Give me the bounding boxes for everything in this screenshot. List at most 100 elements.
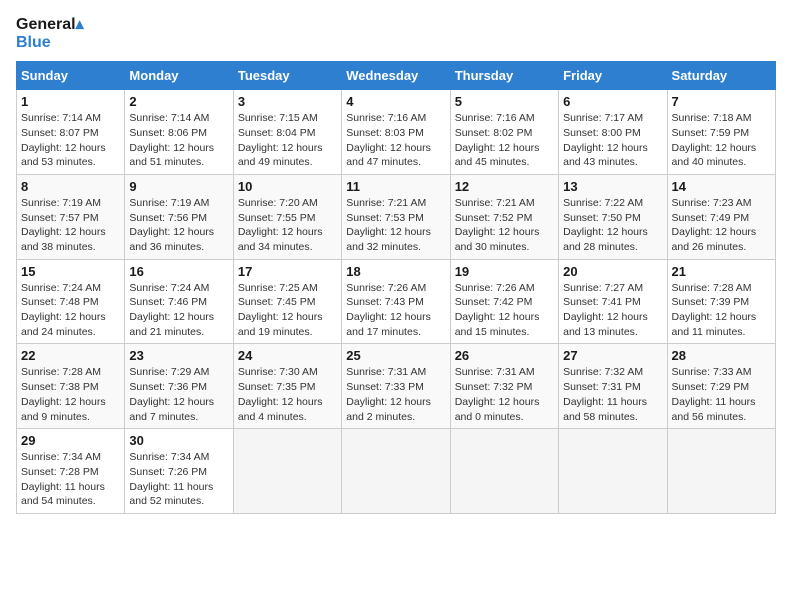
- logo-general: General▴: [16, 16, 84, 34]
- day-info: Sunrise: 7:25 AMSunset: 7:45 PMDaylight:…: [238, 282, 323, 338]
- day-info: Sunrise: 7:16 AMSunset: 8:02 PMDaylight:…: [455, 112, 540, 168]
- header-thursday: Thursday: [450, 62, 558, 90]
- day-number: 24: [238, 348, 337, 363]
- day-info: Sunrise: 7:14 AMSunset: 8:07 PMDaylight:…: [21, 112, 106, 168]
- day-number: 20: [563, 264, 662, 279]
- day-number: 18: [346, 264, 445, 279]
- day-number: 17: [238, 264, 337, 279]
- day-info: Sunrise: 7:28 AMSunset: 7:39 PMDaylight:…: [672, 282, 757, 338]
- day-cell-15: 15 Sunrise: 7:24 AMSunset: 7:48 PMDayligh…: [17, 259, 125, 344]
- day-info: Sunrise: 7:28 AMSunset: 7:38 PMDaylight:…: [21, 366, 106, 422]
- day-info: Sunrise: 7:17 AMSunset: 8:00 PMDaylight:…: [563, 112, 648, 168]
- day-cell-27: 27 Sunrise: 7:32 AMSunset: 7:31 PMDayligh…: [559, 344, 667, 429]
- day-cell-18: 18 Sunrise: 7:26 AMSunset: 7:43 PMDayligh…: [342, 259, 450, 344]
- day-cell-28: 28 Sunrise: 7:33 AMSunset: 7:29 PMDayligh…: [667, 344, 775, 429]
- day-info: Sunrise: 7:24 AMSunset: 7:48 PMDaylight:…: [21, 282, 106, 338]
- day-cell-1: 1 Sunrise: 7:14 AMSunset: 8:07 PMDaylight…: [17, 90, 125, 175]
- day-number: 7: [672, 94, 771, 109]
- day-info: Sunrise: 7:18 AMSunset: 7:59 PMDaylight:…: [672, 112, 757, 168]
- day-number: 11: [346, 179, 445, 194]
- day-cell-2: 2 Sunrise: 7:14 AMSunset: 8:06 PMDaylight…: [125, 90, 233, 175]
- header-sunday: Sunday: [17, 62, 125, 90]
- day-info: Sunrise: 7:23 AMSunset: 7:49 PMDaylight:…: [672, 197, 757, 253]
- calendar-week-row: 22 Sunrise: 7:28 AMSunset: 7:38 PMDayligh…: [17, 344, 776, 429]
- day-info: Sunrise: 7:20 AMSunset: 7:55 PMDaylight:…: [238, 197, 323, 253]
- day-info: Sunrise: 7:21 AMSunset: 7:53 PMDaylight:…: [346, 197, 431, 253]
- day-info: Sunrise: 7:22 AMSunset: 7:50 PMDaylight:…: [563, 197, 648, 253]
- weekday-header-row: Sunday Monday Tuesday Wednesday Thursday…: [17, 62, 776, 90]
- day-info: Sunrise: 7:29 AMSunset: 7:36 PMDaylight:…: [129, 366, 214, 422]
- page-header: General▴ Blue: [16, 16, 776, 51]
- day-number: 6: [563, 94, 662, 109]
- day-number: 14: [672, 179, 771, 194]
- day-number: 27: [563, 348, 662, 363]
- day-number: 2: [129, 94, 228, 109]
- day-cell-19: 19Sunrise: 7:26 AMSunset: 7:42 PMDayligh…: [450, 259, 558, 344]
- day-info: Sunrise: 7:26 AMSunset: 7:43 PMDaylight:…: [346, 282, 431, 338]
- day-number: 29: [21, 433, 120, 448]
- day-number: 16: [129, 264, 228, 279]
- day-cell-21: 21 Sunrise: 7:28 AMSunset: 7:39 PMDayligh…: [667, 259, 775, 344]
- day-info: Sunrise: 7:14 AMSunset: 8:06 PMDaylight:…: [129, 112, 214, 168]
- empty-cell: [233, 429, 341, 514]
- day-cell-16: 16 Sunrise: 7:24 AMSunset: 7:46 PMDayligh…: [125, 259, 233, 344]
- day-number: 21: [672, 264, 771, 279]
- day-info: Sunrise: 7:34 AMSunset: 7:26 PMDaylight:…: [129, 451, 213, 507]
- day-info: Sunrise: 7:34 AMSunset: 7:28 PMDaylight:…: [21, 451, 105, 507]
- day-info: Sunrise: 7:19 AMSunset: 7:57 PMDaylight:…: [21, 197, 106, 253]
- day-cell-14: 14 Sunrise: 7:23 AMSunset: 7:49 PMDayligh…: [667, 174, 775, 259]
- day-cell-25: 25Sunrise: 7:31 AMSunset: 7:33 PMDayligh…: [342, 344, 450, 429]
- day-cell-13: 13 Sunrise: 7:22 AMSunset: 7:50 PMDayligh…: [559, 174, 667, 259]
- day-info: Sunrise: 7:16 AMSunset: 8:03 PMDaylight:…: [346, 112, 431, 168]
- day-info: Sunrise: 7:33 AMSunset: 7:29 PMDaylight:…: [672, 366, 756, 422]
- day-number: 4: [346, 94, 445, 109]
- day-number: 26: [455, 348, 554, 363]
- day-info: Sunrise: 7:19 AMSunset: 7:56 PMDaylight:…: [129, 197, 214, 253]
- calendar-week-row: 29 Sunrise: 7:34 AMSunset: 7:28 PMDayligh…: [17, 429, 776, 514]
- day-number: 22: [21, 348, 120, 363]
- day-cell-20: 20 Sunrise: 7:27 AMSunset: 7:41 PMDayligh…: [559, 259, 667, 344]
- day-cell-8: 8 Sunrise: 7:19 AMSunset: 7:57 PMDaylight…: [17, 174, 125, 259]
- day-cell-6: 6 Sunrise: 7:17 AMSunset: 8:00 PMDaylight…: [559, 90, 667, 175]
- day-cell-11: 11 Sunrise: 7:21 AMSunset: 7:53 PMDayligh…: [342, 174, 450, 259]
- logo-container: General▴ Blue: [16, 16, 84, 51]
- day-info: Sunrise: 7:27 AMSunset: 7:41 PMDaylight:…: [563, 282, 648, 338]
- day-info: Sunrise: 7:30 AMSunset: 7:35 PMDaylight:…: [238, 366, 323, 422]
- day-info: Sunrise: 7:21 AMSunset: 7:52 PMDaylight:…: [455, 197, 540, 253]
- day-number: 15: [21, 264, 120, 279]
- day-info: Sunrise: 7:32 AMSunset: 7:31 PMDaylight:…: [563, 366, 647, 422]
- empty-cell: [450, 429, 558, 514]
- day-cell-9: 9 Sunrise: 7:19 AMSunset: 7:56 PMDaylight…: [125, 174, 233, 259]
- header-saturday: Saturday: [667, 62, 775, 90]
- day-number: 13: [563, 179, 662, 194]
- empty-cell: [559, 429, 667, 514]
- day-cell-10: 10Sunrise: 7:20 AMSunset: 7:55 PMDayligh…: [233, 174, 341, 259]
- header-friday: Friday: [559, 62, 667, 90]
- day-number: 19: [455, 264, 554, 279]
- day-number: 8: [21, 179, 120, 194]
- header-monday: Monday: [125, 62, 233, 90]
- day-info: Sunrise: 7:24 AMSunset: 7:46 PMDaylight:…: [129, 282, 214, 338]
- day-cell-4: 4 Sunrise: 7:16 AMSunset: 8:03 PMDaylight…: [342, 90, 450, 175]
- day-cell-24: 24 Sunrise: 7:30 AMSunset: 7:35 PMDayligh…: [233, 344, 341, 429]
- day-info: Sunrise: 7:31 AMSunset: 7:33 PMDaylight:…: [346, 366, 431, 422]
- calendar-table: Sunday Monday Tuesday Wednesday Thursday…: [16, 61, 776, 514]
- day-number: 23: [129, 348, 228, 363]
- calendar-week-row: 15 Sunrise: 7:24 AMSunset: 7:48 PMDayligh…: [17, 259, 776, 344]
- day-cell-30: 30Sunrise: 7:34 AMSunset: 7:26 PMDayligh…: [125, 429, 233, 514]
- day-number: 3: [238, 94, 337, 109]
- day-info: Sunrise: 7:31 AMSunset: 7:32 PMDaylight:…: [455, 366, 540, 422]
- calendar-week-row: 1 Sunrise: 7:14 AMSunset: 8:07 PMDaylight…: [17, 90, 776, 175]
- day-cell-3: 3Sunrise: 7:15 AMSunset: 8:04 PMDaylight…: [233, 90, 341, 175]
- day-number: 12: [455, 179, 554, 194]
- header-wednesday: Wednesday: [342, 62, 450, 90]
- day-number: 1: [21, 94, 120, 109]
- day-cell-23: 23 Sunrise: 7:29 AMSunset: 7:36 PMDayligh…: [125, 344, 233, 429]
- day-number: 28: [672, 348, 771, 363]
- day-number: 9: [129, 179, 228, 194]
- day-cell-26: 26 Sunrise: 7:31 AMSunset: 7:32 PMDayligh…: [450, 344, 558, 429]
- empty-cell: [342, 429, 450, 514]
- logo: General▴ Blue: [16, 16, 84, 51]
- calendar-week-row: 8 Sunrise: 7:19 AMSunset: 7:57 PMDaylight…: [17, 174, 776, 259]
- header-tuesday: Tuesday: [233, 62, 341, 90]
